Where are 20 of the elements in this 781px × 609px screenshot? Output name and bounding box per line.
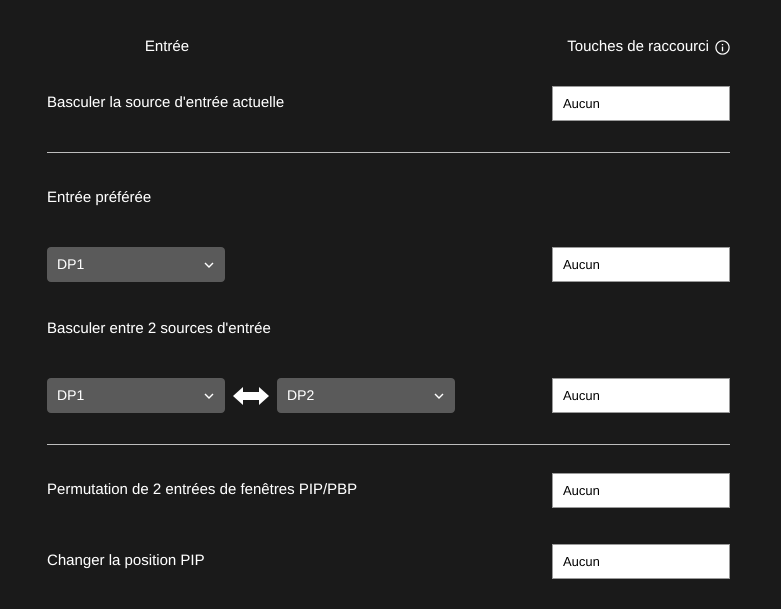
chevron-down-icon: [203, 392, 215, 400]
info-icon[interactable]: [715, 40, 730, 54]
input-dropdown[interactable]: DP2: [277, 378, 455, 413]
double-arrow-icon: [233, 386, 269, 406]
option-label: Basculer entre 2 sources d'entrée: [47, 320, 271, 337]
column-title: Touches de raccourci: [567, 36, 709, 57]
chevron-down-icon: [433, 392, 445, 400]
shortcut-field[interactable]: Aucun: [552, 247, 730, 282]
action-label: Changer la position PIP: [47, 551, 205, 572]
shortcut-field[interactable]: Aucun: [552, 473, 730, 508]
input-dropdown[interactable]: DP1: [47, 247, 225, 282]
column-title: Entrée: [144, 36, 190, 57]
shortcut-field[interactable]: Aucun: [552, 378, 730, 413]
chevron-down-icon: [203, 260, 215, 268]
action-label: Basculer la source d'entrée actuelle: [47, 93, 284, 114]
input-dropdown[interactable]: DP1: [47, 378, 225, 413]
shortcut-field[interactable]: Aucun: [552, 86, 730, 121]
action-label: Permutation de 2 entrées de fenêtres PIP/PBP: [47, 480, 358, 500]
shortcut-field[interactable]: Aucun: [552, 544, 730, 579]
option-label: Entrée préférée: [47, 189, 152, 206]
